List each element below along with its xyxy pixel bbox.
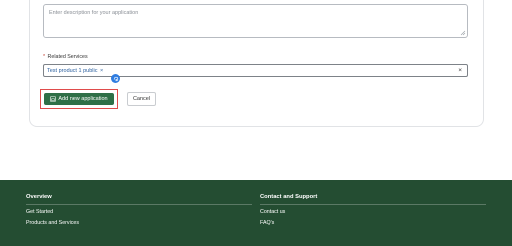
- grammar-assistant-icon[interactable]: [111, 74, 120, 83]
- selected-service-tag-label: Test product 1 public: [47, 68, 98, 74]
- clear-selection-icon[interactable]: ×: [458, 66, 462, 76]
- description-textarea[interactable]: Enter description for your application: [43, 4, 468, 38]
- related-services-select[interactable]: Test product 1 public × ×: [43, 64, 468, 77]
- footer-link-products-and-services[interactable]: Products and Services: [26, 220, 252, 226]
- site-footer: Overview Get Started Products and Servic…: [0, 180, 512, 246]
- related-services-label: * Related Services: [43, 54, 88, 60]
- selected-service-tag: Test product 1 public ×: [47, 67, 103, 75]
- add-button-highlight: Add new application: [40, 89, 118, 109]
- remove-tag-icon[interactable]: ×: [100, 68, 103, 74]
- footer-divider: [26, 204, 252, 205]
- window-add-icon: [50, 96, 57, 102]
- footer-contact-column: Contact and Support Contact us FAQ's: [260, 194, 486, 226]
- footer-contact-heading: Contact and Support: [260, 194, 318, 200]
- footer-link-contact-us[interactable]: Contact us: [260, 209, 486, 215]
- required-marker: *: [43, 54, 46, 60]
- related-services-label-text: Related Services: [47, 54, 88, 60]
- resize-grip-icon[interactable]: [460, 30, 466, 36]
- cancel-button[interactable]: Cancel: [127, 92, 156, 106]
- description-placeholder: Enter description for your application: [49, 10, 139, 16]
- footer-divider: [260, 204, 486, 205]
- footer-link-faqs[interactable]: FAQ's: [260, 220, 486, 226]
- add-new-application-label: Add new application: [58, 96, 108, 102]
- add-new-application-button[interactable]: Add new application: [44, 93, 114, 105]
- footer-overview-heading: Overview: [26, 194, 52, 200]
- footer-overview-column: Overview Get Started Products and Servic…: [26, 194, 252, 226]
- footer-link-get-started[interactable]: Get Started: [26, 209, 252, 215]
